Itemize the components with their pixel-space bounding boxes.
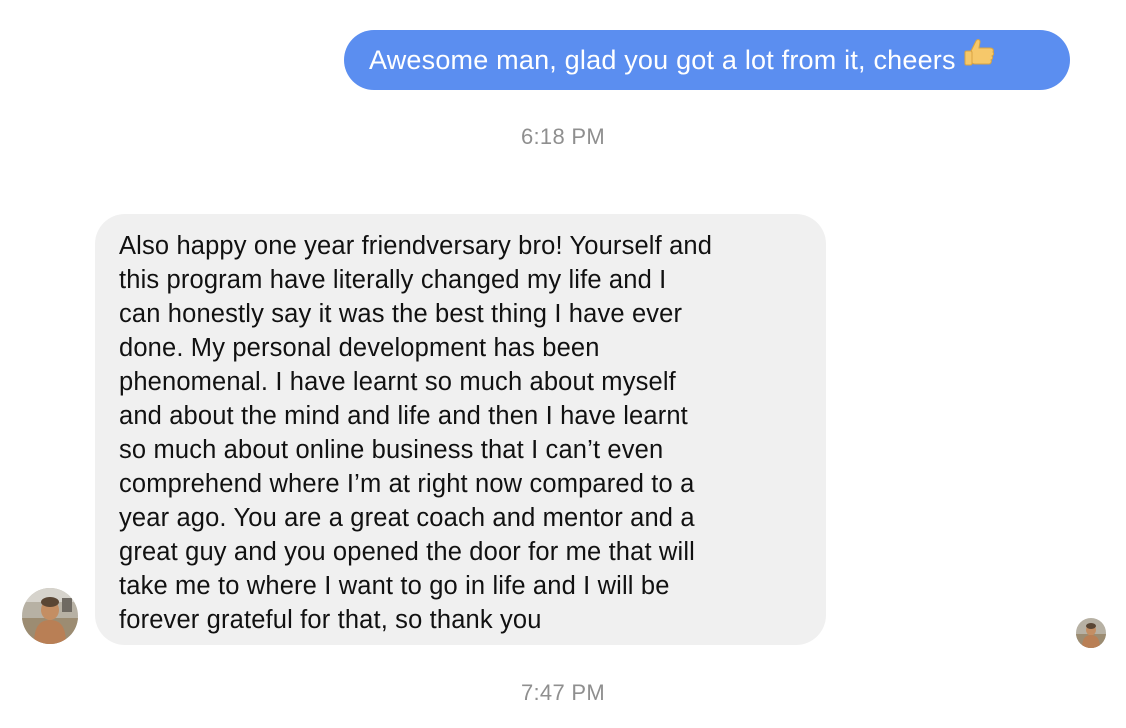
sender-avatar[interactable] [22,588,78,644]
incoming-message-bubble[interactable]: Also happy one year friendversary bro! Y… [95,214,826,645]
message-line: year ago. You are a great coach and ment… [119,504,695,532]
timestamp: 7:47 PM [520,680,606,705]
message-line: so much about online business that I can… [119,436,664,464]
thumbs-up-icon [962,30,996,90]
message-line: take me to where I want to go in life an… [119,572,670,600]
message-line: this program have literally changed my l… [119,266,667,294]
outgoing-message-bubble[interactable]: Awesome man, glad you got a lot from it,… [344,30,1070,90]
message-line: comprehend where I’m at right now compar… [119,470,695,498]
message-thread: Awesome man, glad you got a lot from it,… [0,0,1126,728]
message-line: great guy and you opened the door for me… [119,538,695,566]
message-line: and about the mind and life and then I h… [119,402,688,430]
outgoing-message-text: Awesome man, glad you got a lot from it,… [369,45,956,75]
message-line: phenomenal. I have learnt so much about … [119,368,676,396]
message-line: forever grateful for that, so thank you [119,606,542,634]
message-line: Also happy one year friendversary bro! Y… [119,232,713,260]
message-line: can honestly say it was the best thing I… [119,300,683,328]
timestamp: 6:18 PM [520,124,606,149]
seen-indicator-avatar [1076,618,1106,648]
message-line: done. My personal development has been [119,334,600,362]
